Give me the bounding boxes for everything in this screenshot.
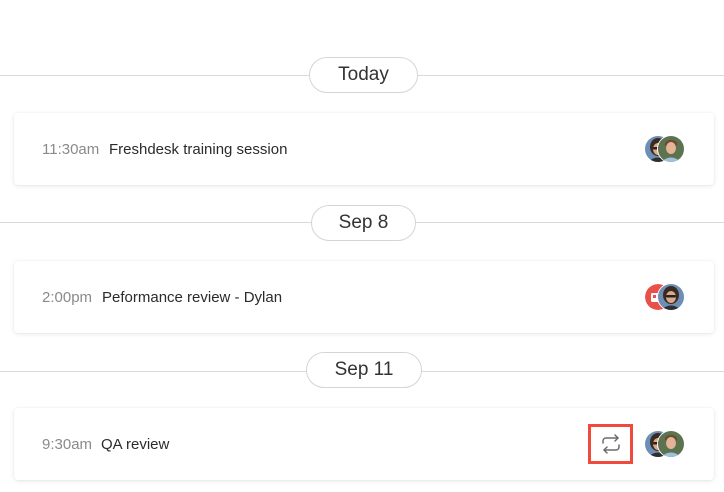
attendee-avatars[interactable] <box>644 135 686 163</box>
recurring-event-indicator[interactable] <box>588 424 633 464</box>
event-title: Freshdesk training session <box>109 141 288 158</box>
event-time: 11:30am <box>42 141 100 158</box>
attendee-avatars[interactable] <box>644 283 686 311</box>
event-time: 2:00pm <box>42 289 93 306</box>
attendee-avatars[interactable] <box>644 430 686 458</box>
event-title: Peformance review - Dylan <box>102 289 283 306</box>
date-label-today: Today <box>309 57 418 93</box>
date-label-sep-8: Sep 8 <box>311 205 416 241</box>
event-card-freshdesk-training[interactable]: 11:30am Freshdesk training session <box>14 113 714 185</box>
avatar <box>657 283 685 311</box>
event-card-qa-review[interactable]: 9:30am QA review <box>14 408 714 480</box>
date-label-sep-11: Sep 11 <box>306 352 422 388</box>
event-card-performance-review[interactable]: 2:00pm Peformance review - Dylan <box>14 261 714 333</box>
repeat-icon <box>601 434 620 454</box>
avatar <box>657 430 685 458</box>
event-time: 9:30am <box>42 436 93 453</box>
avatar <box>657 135 685 163</box>
event-title: QA review <box>101 436 170 453</box>
